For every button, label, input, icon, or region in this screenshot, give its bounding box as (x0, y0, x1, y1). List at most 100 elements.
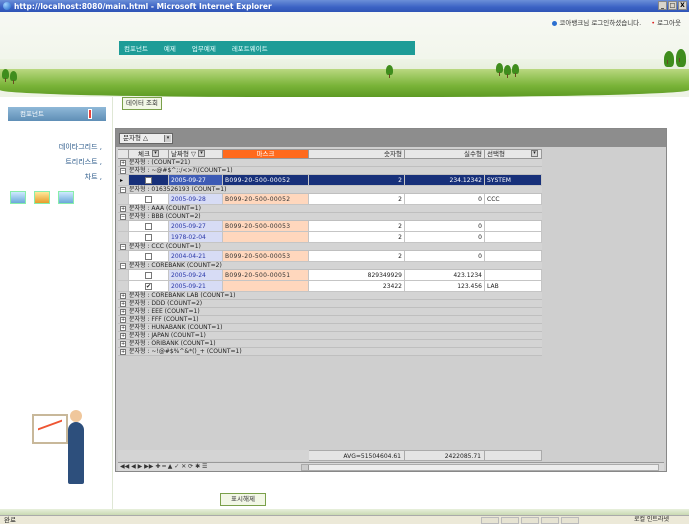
group-row[interactable]: + 문자형 : ~!@#$%^&*()_+ (COUNT=1) (118, 348, 542, 356)
query-data-button[interactable]: 데이터 조회 (122, 97, 162, 110)
expand-icon[interactable]: + (120, 300, 126, 307)
check-cell[interactable] (129, 270, 169, 280)
table-row[interactable]: 2005-09-28 B099-20-500-00052 2 0 CCC (118, 194, 542, 205)
table-row[interactable]: 1978-02-04 2 0 (118, 232, 542, 243)
disk-cell[interactable]: B099-20-500-00053 (223, 221, 309, 231)
select-cell[interactable] (485, 251, 542, 261)
group-row[interactable]: − 문자형 : COREBANK (COUNT=2) (118, 262, 542, 270)
group-row[interactable]: − 문자형 : BBB (COUNT=2) (118, 213, 542, 221)
sidebar-item-datagrid[interactable]: 데이타그리드 , (59, 140, 102, 155)
menu-item-business-examples[interactable]: 업무예제 (192, 43, 216, 53)
collapse-icon[interactable]: − (120, 262, 126, 269)
group-row[interactable]: − 문자형 : CCC (COUNT=1) (118, 243, 542, 251)
select-cell[interactable]: CCC (485, 194, 542, 204)
expand-icon[interactable]: + (120, 308, 126, 315)
checkbox-checked[interactable]: ✔ (145, 283, 152, 290)
minimize-button[interactable]: _ (658, 1, 667, 10)
menu-item-report[interactable]: 레포트웨이트 (232, 43, 268, 53)
disk-cell[interactable] (223, 232, 309, 242)
check-cell[interactable] (129, 232, 169, 242)
horizontal-scrollbar[interactable] (301, 464, 659, 471)
check-cell[interactable] (129, 194, 169, 204)
filter-dropdown-icon[interactable]: ▾ (151, 150, 159, 157)
table-row[interactable]: 2004-04-21 B099-20-500-00053 2 0 (118, 251, 542, 262)
real-cell[interactable]: 0 (405, 194, 485, 204)
real-cell[interactable]: 0 (405, 221, 485, 231)
check-cell[interactable]: ✔ (129, 281, 169, 291)
number-cell[interactable]: 2 (309, 221, 405, 231)
select-cell[interactable]: LAB (485, 281, 542, 291)
date-cell[interactable]: 1978-02-04 (169, 232, 223, 242)
expand-icon[interactable]: + (120, 324, 126, 331)
sidebar-item-chart[interactable]: 차트 , (59, 170, 102, 185)
date-cell[interactable]: 2005-09-24 (169, 270, 223, 280)
menu-item-examples[interactable]: 예제 (164, 43, 176, 53)
expand-icon[interactable]: + (120, 292, 126, 299)
menu-item-components[interactable]: 컴포넌트 (124, 43, 148, 53)
date-cell[interactable]: 2005-09-27 (169, 175, 223, 185)
table-row[interactable]: ▸ 2005-09-27 B099-20-500-00052 2 234.12342 SY… (118, 175, 542, 186)
folder-icon[interactable] (34, 191, 50, 204)
sidebar-item-treelist[interactable]: 트리리스트 , (59, 155, 102, 170)
expand-icon[interactable]: + (120, 159, 126, 166)
monitor-icon[interactable] (58, 191, 74, 204)
disk-cell[interactable]: B099-20-500-00052 (223, 194, 309, 204)
checkbox[interactable] (145, 196, 152, 203)
filter-dropdown-icon[interactable]: ▾ (198, 150, 206, 157)
date-cell[interactable]: 2004-04-21 (169, 251, 223, 261)
group-row[interactable]: − 문자형 : ~@#$^;:/<>?\(COUNT=1) (118, 167, 542, 175)
disk-cell[interactable]: B099-20-500-00053 (223, 251, 309, 261)
collapse-icon[interactable]: − (120, 243, 126, 250)
select-cell[interactable] (485, 232, 542, 242)
column-header-real[interactable]: 실수형 (405, 149, 485, 159)
navigator-buttons[interactable]: ◀◀ ◀ ▶ ▶▶ ✚ ━ ▲ ✓ ✕ ⟳ ✱ ☰ (120, 463, 207, 470)
expand-icon[interactable]: + (120, 316, 126, 323)
column-header-date[interactable]: 날짜형 ▽ ▾ (169, 149, 223, 159)
window-icon[interactable] (10, 191, 26, 204)
checkbox[interactable] (145, 253, 152, 260)
date-cell[interactable]: 2005-09-21 (169, 281, 223, 291)
real-cell[interactable]: 423.1234 (405, 270, 485, 280)
real-cell[interactable]: 123.456 (405, 281, 485, 291)
reset-display-button[interactable]: 표시해제 (220, 493, 266, 506)
table-row[interactable]: ✔ 2005-09-21 23422 123.456 LAB (118, 281, 542, 292)
close-button[interactable]: X (678, 1, 687, 10)
logout-link[interactable]: • 로그아웃 (651, 17, 681, 27)
table-row[interactable]: 2005-09-24 B099-20-500-00051 829349929 423.… (118, 270, 542, 281)
expand-icon[interactable]: + (120, 205, 126, 212)
number-cell[interactable]: 2 (309, 194, 405, 204)
select-cell[interactable] (485, 270, 542, 280)
maximize-button[interactable]: □ (668, 1, 677, 10)
collapse-icon[interactable]: − (120, 167, 126, 174)
number-cell[interactable]: 829349929 (309, 270, 405, 280)
column-header-disk[interactable]: 마스크 (223, 149, 309, 159)
checkbox[interactable] (145, 272, 152, 279)
checkbox[interactable] (145, 177, 152, 184)
real-cell[interactable]: 0 (405, 232, 485, 242)
group-row[interactable]: − 문자형 : 0163526193 (COUNT=1) (118, 186, 542, 194)
collapse-icon[interactable]: − (120, 213, 126, 220)
filter-dropdown-icon[interactable]: ▾ (530, 150, 538, 157)
number-cell[interactable]: 2 (309, 175, 405, 185)
column-header-select[interactable]: 선택형 ▾ (485, 149, 542, 159)
dropdown-icon[interactable]: ▾ (164, 135, 171, 142)
checkbox[interactable] (145, 223, 152, 230)
real-cell[interactable]: 0 (405, 251, 485, 261)
check-cell[interactable] (129, 175, 169, 185)
expand-icon[interactable]: + (120, 340, 126, 347)
select-cell[interactable]: SYSTEM (485, 175, 542, 185)
number-cell[interactable]: 2 (309, 251, 405, 261)
disk-cell[interactable]: B099-20-500-00051 (223, 270, 309, 280)
disk-cell[interactable] (223, 281, 309, 291)
check-cell[interactable] (129, 221, 169, 231)
date-cell[interactable]: 2005-09-28 (169, 194, 223, 204)
table-row[interactable]: 2005-09-27 B099-20-500-00053 2 0 (118, 221, 542, 232)
date-cell[interactable]: 2005-09-27 (169, 221, 223, 231)
collapse-icon[interactable]: − (120, 186, 126, 193)
check-cell[interactable] (129, 251, 169, 261)
disk-cell[interactable]: B099-20-500-00052 (223, 175, 309, 185)
real-cell[interactable]: 234.12342 (405, 175, 485, 185)
column-header-check[interactable]: 체크 ▾ (129, 149, 169, 159)
number-cell[interactable]: 23422 (309, 281, 405, 291)
checkbox[interactable] (145, 234, 152, 241)
